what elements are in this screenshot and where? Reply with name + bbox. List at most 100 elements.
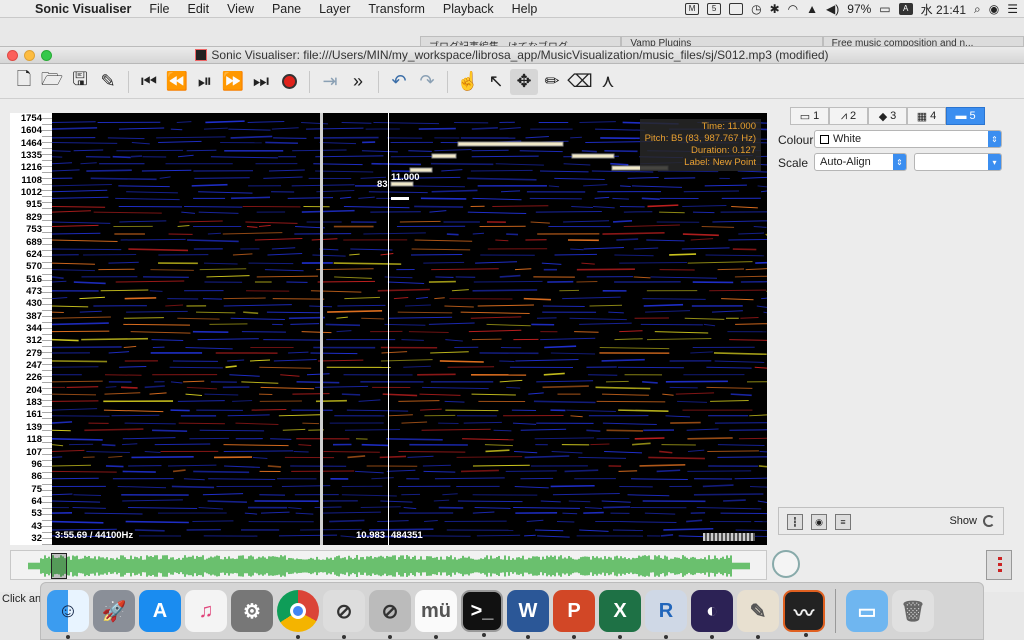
notification-center-icon[interactable]: ☰ xyxy=(1007,2,1018,16)
spectral-peak-track xyxy=(198,211,239,214)
volume-icon[interactable]: ◀) xyxy=(826,2,839,16)
undo-icon[interactable]: ↶ xyxy=(385,69,413,95)
airplay-icon[interactable]: ▲ xyxy=(806,2,818,16)
time-machine-icon[interactable]: ◷ xyxy=(751,2,761,16)
playback-speed-dial[interactable] xyxy=(772,550,800,578)
menu-app-name[interactable]: Sonic Visualiser xyxy=(26,2,140,16)
folder-icon[interactable]: ▭ xyxy=(846,590,888,632)
rewind-start-icon[interactable]: ⏮ xyxy=(135,69,163,95)
menu-help[interactable]: Help xyxy=(503,2,547,16)
tab-layer-3[interactable]: ◆ 3 xyxy=(868,107,907,125)
note-point[interactable] xyxy=(457,141,564,147)
show-toggle[interactable] xyxy=(983,515,995,527)
menu-view[interactable]: View xyxy=(218,2,263,16)
layer-play-icon[interactable]: ◉ xyxy=(811,514,827,530)
battery-icon[interactable]: ▭ xyxy=(879,2,890,16)
rewind-icon[interactable]: ⏪ xyxy=(163,69,191,95)
spectral-peak-track xyxy=(380,500,413,503)
finder-icon[interactable]: ☺ xyxy=(47,590,89,639)
spotlight-icon[interactable]: ⌕ xyxy=(974,2,981,17)
forward-end-icon[interactable]: ⏭ xyxy=(247,69,275,95)
spectral-peak-track xyxy=(86,169,132,172)
spectrogram-pane[interactable]: 1754 1604 1464 1335 1216 1108 1012 915 829 753 689… xyxy=(10,113,767,545)
tab-layer-5[interactable]: ▬ 5 xyxy=(946,107,985,125)
spectral-peak-track xyxy=(474,507,511,509)
eclipse-icon[interactable]: ◐ xyxy=(691,590,733,639)
itunes-icon[interactable]: ♫ xyxy=(185,590,227,632)
preview-icon[interactable]: ✎ xyxy=(737,590,779,639)
erase-icon[interactable]: ⌫ xyxy=(566,69,594,95)
scale-unit-select[interactable]: ▾ xyxy=(914,153,1002,171)
trash-icon[interactable]: 🗑 xyxy=(892,590,934,632)
spectral-peak-track xyxy=(282,428,306,431)
draw-pencil-icon[interactable]: ✏ xyxy=(538,69,566,95)
move-icon[interactable]: ✥ xyxy=(510,68,538,95)
tab-layer-4[interactable]: ▦ 4 xyxy=(907,107,946,125)
powerpoint-icon[interactable]: P xyxy=(553,590,595,639)
open-folder-icon[interactable]: 🗁 xyxy=(38,69,66,95)
siri-icon[interactable]: ◉ xyxy=(989,2,999,16)
spectral-peak-track xyxy=(199,429,265,432)
playhead-line[interactable] xyxy=(320,113,323,545)
record-button[interactable] xyxy=(275,69,303,95)
spectral-peak-track xyxy=(251,408,287,411)
tab-layer-1[interactable]: ▭ 1 xyxy=(790,107,829,125)
navigate-hand-icon[interactable]: ☝ xyxy=(454,69,482,95)
word-icon[interactable]: W xyxy=(507,590,549,639)
frequency-tick: 1604 xyxy=(20,125,42,137)
menu-layer[interactable]: Layer xyxy=(310,2,359,16)
input-source-icon[interactable]: A xyxy=(898,3,913,15)
overview-viewport-marker[interactable] xyxy=(51,553,67,579)
layer-gain-icon[interactable]: ≡ xyxy=(835,514,851,530)
menu-transform[interactable]: Transform xyxy=(359,2,434,16)
pane-zoom-wheel[interactable] xyxy=(703,533,755,541)
status-app-icon[interactable]: M xyxy=(685,3,700,15)
play-selection-icon[interactable]: ⇥ xyxy=(316,69,344,95)
zoom-window-button[interactable] xyxy=(41,50,52,61)
clock[interactable]: 水 21:41 xyxy=(921,1,966,18)
colour-select[interactable]: White ⇕ xyxy=(814,130,1002,148)
menu-playback[interactable]: Playback xyxy=(434,2,503,16)
selected-note-point[interactable] xyxy=(391,197,409,200)
battery-percent[interactable]: 97% xyxy=(847,2,871,16)
note-point[interactable] xyxy=(571,153,615,159)
overview-waveform[interactable] xyxy=(10,550,767,580)
menu-file[interactable]: File xyxy=(140,2,178,16)
no-entry-2-icon[interactable]: ⊘ xyxy=(369,590,411,639)
sonic-visualiser-icon[interactable]: 〰 xyxy=(783,590,825,637)
minimize-window-button[interactable] xyxy=(24,50,35,61)
save-icon[interactable]: 🖫 xyxy=(66,69,94,95)
app-store-icon[interactable]: A xyxy=(139,590,181,632)
layer-bars-icon[interactable]: ┇ xyxy=(787,514,803,530)
chrome-icon[interactable] xyxy=(277,590,319,639)
spectral-peak-track xyxy=(52,520,104,524)
more-icon[interactable]: » xyxy=(344,69,372,95)
measure-icon[interactable]: ⋏ xyxy=(594,69,622,95)
spectral-peak-track xyxy=(528,392,544,395)
spectral-peak-track xyxy=(704,184,747,187)
new-file-icon[interactable]: 🗋 xyxy=(10,69,38,95)
close-window-button[interactable] xyxy=(7,50,18,61)
menu-edit[interactable]: Edit xyxy=(179,2,219,16)
excel-icon[interactable]: X xyxy=(599,590,641,639)
launchpad-icon[interactable]: 🚀 xyxy=(93,590,135,632)
scale-select[interactable]: Auto-Align ⇕ xyxy=(814,153,907,171)
tab-layer-2[interactable]: ⩘ 2 xyxy=(829,107,868,125)
select-arrow-icon[interactable]: ↖ xyxy=(482,69,510,95)
note-point[interactable] xyxy=(431,153,457,159)
terminal-icon[interactable]: >_ xyxy=(461,590,503,637)
status-square-icon[interactable] xyxy=(729,3,744,15)
play-pause-icon[interactable]: ⏯ xyxy=(191,69,219,95)
spectral-peak-track xyxy=(738,232,765,235)
mu-icon[interactable]: mü xyxy=(415,590,457,639)
save-session-icon[interactable]: ✎ xyxy=(94,69,122,95)
bluetooth-icon[interactable]: ✱ xyxy=(770,2,780,16)
r-icon[interactable]: R xyxy=(645,590,687,639)
system-preferences-icon[interactable]: ⚙ xyxy=(231,590,273,632)
no-entry-icon[interactable]: ⊘ xyxy=(323,590,365,639)
menu-pane[interactable]: Pane xyxy=(263,2,310,16)
fast-forward-icon[interactable]: ⏩ xyxy=(219,69,247,95)
redo-icon[interactable]: ↷ xyxy=(413,69,441,95)
wifi-icon[interactable]: ◠ xyxy=(788,2,798,16)
status-5-icon[interactable]: 5 xyxy=(707,3,722,15)
